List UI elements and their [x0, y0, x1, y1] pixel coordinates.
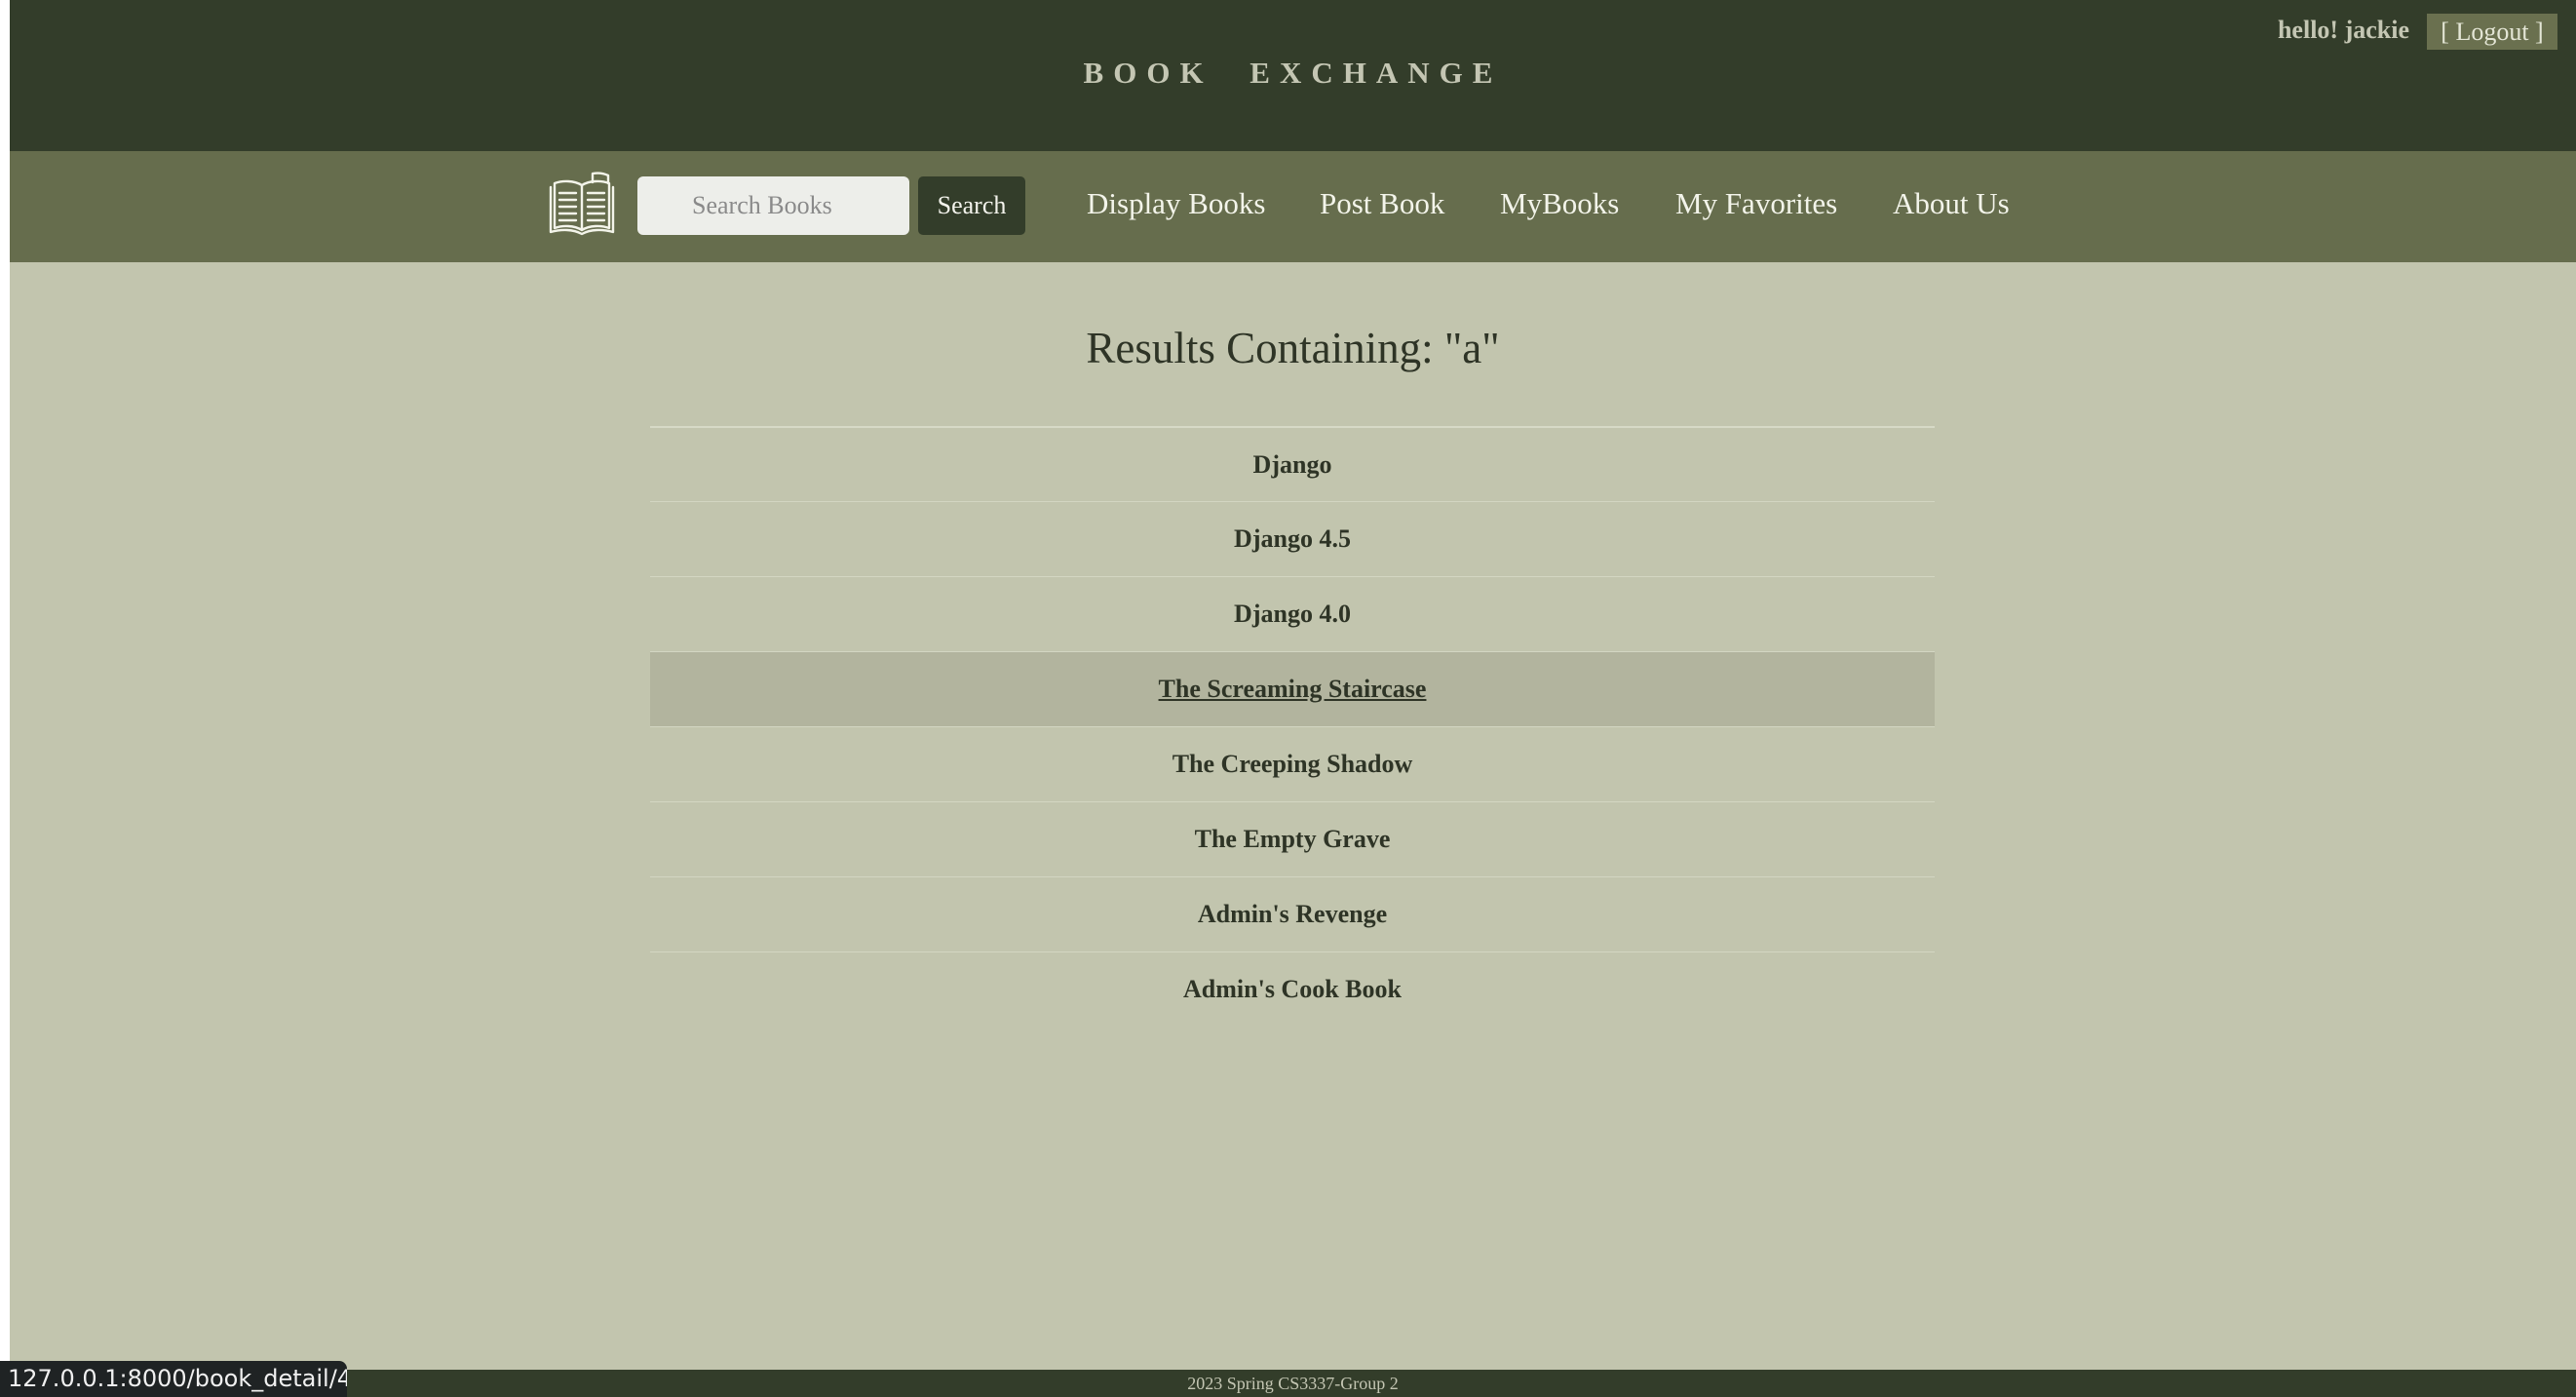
result-row-admins-revenge[interactable]: Admin's Revenge [650, 876, 1935, 951]
result-row-the-screaming-staircase[interactable]: The Screaming Staircase [650, 651, 1935, 726]
result-row-the-creeping-shadow[interactable]: The Creeping Shadow [650, 726, 1935, 801]
user-greeting: hello! jackie [2277, 16, 2409, 44]
open-book-icon[interactable] [548, 170, 616, 238]
nav-link-mybooks[interactable]: MyBooks [1500, 184, 1619, 223]
result-row-django-4-5[interactable]: Django 4.5 [650, 501, 1935, 576]
footer: 2023 Spring CS3337-Group 2 [10, 1370, 2576, 1397]
page: BOOK EXCHANGE hello! jackie [ Logout ] S… [10, 0, 2576, 1397]
nav-link-my-favorites[interactable]: My Favorites [1675, 184, 1837, 223]
results-heading: Results Containing: "a" [1086, 324, 1500, 372]
nav-link-display-books[interactable]: Display Books [1087, 184, 1265, 223]
result-row-django-4-0[interactable]: Django 4.0 [650, 576, 1935, 651]
result-row-the-empty-grave[interactable]: The Empty Grave [650, 801, 1935, 876]
top-header: BOOK EXCHANGE hello! jackie [ Logout ] [10, 0, 2576, 151]
site-title: BOOK EXCHANGE [1083, 56, 1503, 90]
nav-link-post-book[interactable]: Post Book [1320, 184, 1444, 223]
browser-status-url: 127.0.0.1:8000/book_detail/4 [0, 1361, 347, 1397]
search-button[interactable]: Search [918, 176, 1025, 235]
nav-bar: Search Display Books Post Book MyBooks M… [10, 151, 2576, 262]
results-list: Django Django 4.5 Django 4.0 The Screami… [650, 426, 1935, 1027]
result-row-admins-cook-book[interactable]: Admin's Cook Book [650, 951, 1935, 1027]
result-row-django[interactable]: Django [650, 426, 1935, 501]
search-input[interactable] [637, 176, 909, 235]
footer-text: 2023 Spring CS3337-Group 2 [1187, 1374, 1399, 1393]
logout-button[interactable]: [ Logout ] [2427, 14, 2557, 50]
nav-link-about-us[interactable]: About Us [1893, 184, 2010, 223]
